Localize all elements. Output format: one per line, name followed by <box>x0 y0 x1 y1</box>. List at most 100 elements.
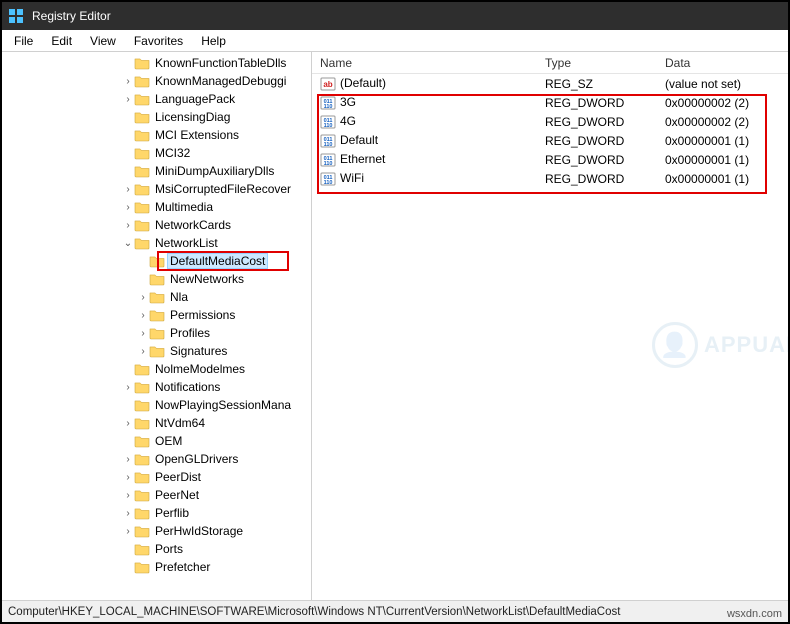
tree-node[interactable]: NowPlayingSessionMana <box>2 396 311 414</box>
folder-icon <box>134 470 150 484</box>
folder-icon <box>149 254 165 268</box>
chevron-right-icon[interactable]: › <box>122 202 134 213</box>
tree-node[interactable]: ›LanguagePack <box>2 90 311 108</box>
folder-icon <box>134 488 150 502</box>
folder-icon <box>149 290 165 304</box>
tree-node-label: MCI Extensions <box>153 128 241 142</box>
folder-icon <box>134 560 150 574</box>
tree-node-label: PeerDist <box>153 470 203 484</box>
tree-node-label: NetworkList <box>153 236 220 250</box>
table-row[interactable]: 011110WiFiREG_DWORD0x00000001 (1) <box>312 169 788 188</box>
tree-node[interactable]: › NtVdm64 <box>2 414 311 432</box>
chevron-right-icon[interactable]: › <box>122 220 134 231</box>
tree-node[interactable]: Prefetcher <box>2 558 311 576</box>
tree-node-label: KnownManagedDebuggi <box>153 74 288 88</box>
tree-node[interactable]: ›Signatures <box>2 342 311 360</box>
tree-node-label: Prefetcher <box>153 560 212 574</box>
reg-dword-icon: 011110 <box>320 95 336 111</box>
folder-icon <box>134 200 150 214</box>
value-data: 0x00000001 (1) <box>657 172 788 186</box>
tree-node[interactable]: NewNetworks <box>2 270 311 288</box>
tree-node[interactable]: ›PerHwIdStorage <box>2 522 311 540</box>
col-header-data[interactable]: Data <box>657 54 788 72</box>
folder-icon <box>149 344 165 358</box>
tree-node[interactable]: NolmeModelmes <box>2 360 311 378</box>
menu-view[interactable]: View <box>82 32 124 50</box>
tree-node[interactable]: Ports <box>2 540 311 558</box>
svg-text:ab: ab <box>323 80 332 89</box>
chevron-right-icon[interactable]: › <box>122 94 134 105</box>
tree-node[interactable]: › PeerDist <box>2 468 311 486</box>
chevron-right-icon[interactable]: › <box>137 292 149 303</box>
col-header-type[interactable]: Type <box>537 54 657 72</box>
value-type: REG_DWORD <box>537 172 657 186</box>
tree-node[interactable]: ›PeerNet <box>2 486 311 504</box>
tree-node[interactable]: OEM <box>2 432 311 450</box>
tree-node-label: MCI32 <box>153 146 192 160</box>
table-row[interactable]: ab(Default)REG_SZ(value not set) <box>312 74 788 93</box>
menu-bar: File Edit View Favorites Help <box>2 30 788 52</box>
value-data: 0x00000001 (1) <box>657 134 788 148</box>
tree-node[interactable]: MCI Extensions <box>2 126 311 144</box>
chevron-right-icon[interactable]: › <box>122 382 134 393</box>
value-name: (Default) <box>340 76 386 90</box>
folder-icon <box>134 416 150 430</box>
tree-panel[interactable]: KnownFunctionTableDlls › KnownManagedDebug… <box>2 52 312 600</box>
tree-node-label: KnownFunctionTableDlls <box>153 56 288 70</box>
chevron-right-icon[interactable]: › <box>122 508 134 519</box>
chevron-right-icon[interactable]: › <box>122 454 134 465</box>
tree-node-label: NtVdm64 <box>153 416 207 430</box>
folder-icon <box>134 542 150 556</box>
col-header-name[interactable]: Name <box>312 54 537 72</box>
tree-node[interactable]: ›NetworkCards <box>2 216 311 234</box>
folder-icon <box>134 452 150 466</box>
tree-node-label: Notifications <box>153 380 222 394</box>
tree-node-label: LicensingDiag <box>153 110 232 124</box>
tree-node[interactable]: ›Permissions <box>2 306 311 324</box>
chevron-right-icon[interactable]: › <box>122 184 134 195</box>
value-data: (value not set) <box>657 77 788 91</box>
tree-node-label: MsiCorruptedFileRecover <box>153 182 293 196</box>
folder-icon <box>134 506 150 520</box>
chevron-right-icon[interactable]: › <box>137 328 149 339</box>
folder-icon <box>134 182 150 196</box>
list-panel[interactable]: Name Type Data ab(Default)REG_SZ(value n… <box>312 52 788 600</box>
table-row[interactable]: 0111104GREG_DWORD0x00000002 (2) <box>312 112 788 131</box>
tree-node-label: Ports <box>153 542 185 556</box>
tree-node[interactable]: KnownFunctionTableDlls <box>2 54 311 72</box>
tree-node[interactable]: LicensingDiag <box>2 108 311 126</box>
folder-icon <box>149 326 165 340</box>
tree-node[interactable]: MCI32 <box>2 144 311 162</box>
chevron-right-icon[interactable]: › <box>122 472 134 483</box>
chevron-right-icon[interactable]: › <box>122 526 134 537</box>
status-bar: Computer\HKEY_LOCAL_MACHINE\SOFTWARE\Mic… <box>2 600 788 622</box>
tree-node[interactable]: › Multimedia <box>2 198 311 216</box>
menu-file[interactable]: File <box>6 32 41 50</box>
tree-node-label: NolmeModelmes <box>153 362 247 376</box>
tree-node[interactable]: › Notifications <box>2 378 311 396</box>
chevron-down-icon[interactable]: ⌄ <box>122 238 134 249</box>
chevron-right-icon[interactable]: › <box>137 310 149 321</box>
table-row[interactable]: 0111103GREG_DWORD0x00000002 (2) <box>312 93 788 112</box>
tree-node[interactable]: ›Profiles <box>2 324 311 342</box>
tree-node[interactable]: ›OpenGLDrivers <box>2 450 311 468</box>
table-row[interactable]: 011110DefaultREG_DWORD0x00000001 (1) <box>312 131 788 150</box>
chevron-right-icon[interactable]: › <box>137 346 149 357</box>
tree-node[interactable]: DefaultMediaCost <box>2 252 311 270</box>
chevron-right-icon[interactable]: › <box>122 418 134 429</box>
menu-favorites[interactable]: Favorites <box>126 32 191 50</box>
chevron-right-icon[interactable]: › <box>122 490 134 501</box>
tree-node-label: Multimedia <box>153 200 215 214</box>
chevron-right-icon[interactable]: › <box>122 76 134 87</box>
folder-icon <box>134 164 150 178</box>
tree-node[interactable]: ⌄ NetworkList <box>2 234 311 252</box>
tree-node[interactable]: › MsiCorruptedFileRecover <box>2 180 311 198</box>
value-name: Default <box>340 133 378 147</box>
tree-node[interactable]: MiniDumpAuxiliaryDlls <box>2 162 311 180</box>
tree-node[interactable]: ›Perflib <box>2 504 311 522</box>
table-row[interactable]: 011110EthernetREG_DWORD0x00000001 (1) <box>312 150 788 169</box>
menu-help[interactable]: Help <box>193 32 234 50</box>
tree-node[interactable]: › KnownManagedDebuggi <box>2 72 311 90</box>
menu-edit[interactable]: Edit <box>43 32 80 50</box>
tree-node[interactable]: ›Nla <box>2 288 311 306</box>
